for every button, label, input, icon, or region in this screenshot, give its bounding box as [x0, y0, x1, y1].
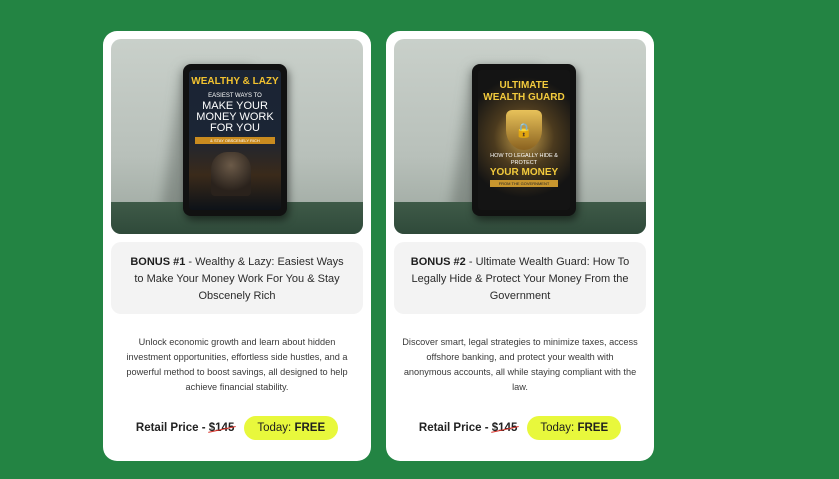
book-cover-image: WEALTHY & LAZY EASIEST WAYS TO MAKE YOUR… — [111, 39, 363, 234]
bonus-title-box: BONUS #1 - Wealthy & Lazy: Easiest Ways … — [111, 242, 363, 314]
today-value: FREE — [577, 422, 609, 434]
ebook-tablet: ULTIMATE WEALTH GUARD 🔒 HOW TO LEGALLY H… — [472, 64, 576, 216]
retail-label: Retail Price - — [135, 422, 209, 434]
book-tagline: FROM THE GOVERNMENT — [490, 180, 558, 187]
bonus-description: Discover smart, legal strategies to mini… — [402, 337, 638, 392]
ebook-screen: WEALTHY & LAZY EASIEST WAYS TO MAKE YOUR… — [189, 70, 281, 210]
today-free-badge: Today: FREE — [527, 416, 622, 440]
lock-shield-icon: 🔒 — [506, 110, 542, 150]
bonus-card-2: ULTIMATE WEALTH GUARD 🔒 HOW TO LEGALLY H… — [386, 31, 654, 461]
retail-price-value: $145 — [208, 422, 235, 434]
book-top-title: WEALTHY & LAZY — [191, 76, 279, 87]
retail-label: Retail Price - — [418, 422, 492, 434]
ebook-screen: ULTIMATE WEALTH GUARD 🔒 HOW TO LEGALLY H… — [478, 70, 570, 210]
person-figure-icon — [211, 152, 251, 196]
price-row: Retail Price - $145 Today: FREE — [386, 414, 654, 442]
book-subtitle: HOW TO LEGALLY HIDE & PROTECT — [490, 153, 558, 166]
retail-price: Retail Price - $145 — [136, 422, 234, 434]
book-subtitle: EASIEST WAYS TO — [208, 93, 262, 99]
today-free-badge: Today: FREE — [244, 416, 339, 440]
retail-price: Retail Price - $145 — [419, 422, 517, 434]
bonus-label: BONUS #2 — [410, 256, 466, 268]
ebook-tablet: WEALTHY & LAZY EASIEST WAYS TO MAKE YOUR… — [183, 64, 287, 216]
book-tagline: & STAY OBSCENELY RICH — [195, 137, 275, 144]
today-label: Today: — [540, 422, 578, 434]
book-top-title: ULTIMATE WEALTH GUARD — [483, 80, 565, 103]
bonus-description: Unlock economic growth and learn about h… — [126, 337, 348, 392]
book-main-title: MAKE YOUR MONEY WORK FOR YOU — [196, 100, 274, 134]
retail-price-value: $145 — [491, 422, 518, 434]
bonus-card-1: WEALTHY & LAZY EASIEST WAYS TO MAKE YOUR… — [103, 31, 371, 461]
book-main-title: YOUR MONEY — [489, 167, 559, 178]
today-value: FREE — [294, 422, 326, 434]
book-cover-image: ULTIMATE WEALTH GUARD 🔒 HOW TO LEGALLY H… — [394, 39, 646, 234]
price-row: Retail Price - $145 Today: FREE — [103, 414, 371, 442]
bonus-label: BONUS #1 — [130, 256, 186, 268]
today-label: Today: — [257, 422, 295, 434]
bonus-title-box: BONUS #2 - Ultimate Wealth Guard: How To… — [394, 242, 646, 314]
